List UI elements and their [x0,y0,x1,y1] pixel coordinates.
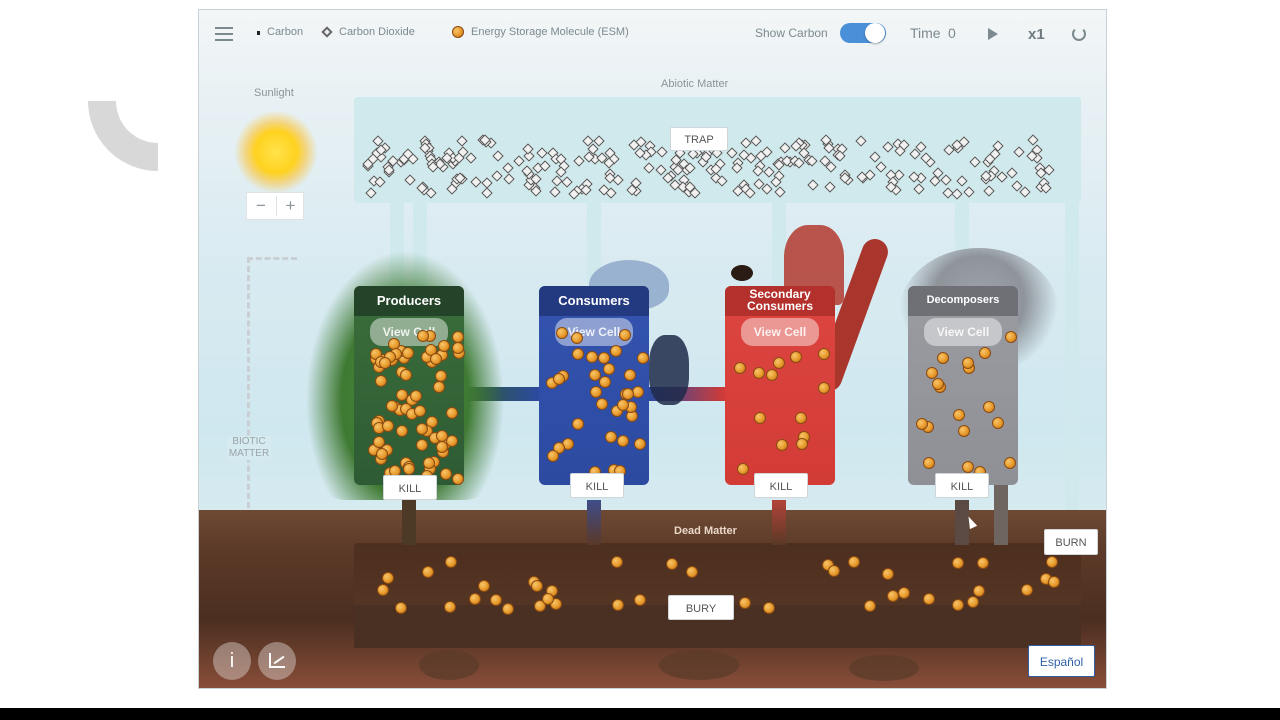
esm-molecule [991,417,1004,430]
esm-molecule [571,417,584,430]
esm-molecule [445,407,458,420]
esm-molecule [634,438,647,451]
esm-molecule [439,468,452,481]
esm-molecule [590,386,603,399]
chamber-esm-molecules [199,10,1106,688]
esm-molecule [409,389,422,402]
producers-kill-button[interactable]: KILL [383,475,437,500]
esm-molecule [982,401,995,414]
esm-molecule [588,368,601,381]
esm-molecule [451,342,464,355]
language-button[interactable]: Español [1028,645,1095,677]
bottom-bar [0,708,1280,720]
esm-molecule [429,353,442,366]
esm-molecule [555,327,568,340]
esm-molecule [1003,457,1016,470]
esm-molecule [553,372,566,385]
esm-molecule [415,439,428,451]
info-icon: i [229,650,235,672]
esm-molecule [435,430,448,443]
esm-molecule [586,350,599,363]
info-button[interactable]: i [213,642,251,680]
esm-molecule [795,411,808,424]
esm-molecule [399,369,412,382]
esm-molecule [958,425,971,438]
esm-molecule [818,382,830,395]
esm-molecule [636,351,649,364]
esm-molecule [789,351,802,364]
secondary-kill-button[interactable]: KILL [754,473,808,498]
esm-molecule [452,330,465,343]
esm-molecule [753,366,766,379]
esm-molecule [436,440,449,453]
graph-button[interactable] [258,642,296,680]
esm-molecule [570,331,583,344]
esm-molecule [599,376,612,388]
esm-molecule [571,348,584,361]
esm-molecule [604,431,617,444]
esm-molecule [372,436,385,449]
graph-icon [269,653,285,668]
esm-molecule [451,472,464,485]
esm-molecule [978,346,991,359]
esm-molecule [1004,331,1017,344]
esm-molecule [623,368,636,381]
esm-molecule [961,461,974,474]
esm-molecule [619,328,632,341]
esm-molecule [776,438,789,451]
esm-molecule [795,438,808,451]
esm-molecule [423,456,436,469]
esm-molecule [595,398,608,411]
esm-molecule [773,356,785,369]
esm-molecule [736,462,749,475]
consumers-kill-button[interactable]: KILL [570,473,624,498]
esm-molecule [413,404,426,417]
esm-molecule [395,425,408,438]
esm-molecule [617,435,630,448]
esm-molecule [402,463,415,476]
esm-molecule [547,449,560,462]
esm-molecule [374,375,387,388]
esm-molecule [931,378,944,391]
esm-molecule [396,388,409,401]
esm-molecule [382,419,395,432]
esm-molecule [603,363,616,376]
esm-molecule [753,411,766,424]
esm-molecule [616,398,629,411]
esm-molecule [379,356,392,369]
decomposers-kill-button[interactable]: KILL [935,473,989,498]
carbon-cycle-simulation: Carbon Carbon Dioxide Energy Storage Mol… [198,9,1107,689]
background-decoration [88,101,158,171]
esm-molecule [817,347,830,360]
esm-molecule [922,456,935,469]
esm-molecule [766,368,779,381]
esm-molecule [952,408,965,421]
esm-molecule [936,351,949,364]
esm-molecule [733,361,746,374]
esm-molecule [401,346,414,359]
esm-molecule [915,418,928,431]
esm-molecule [432,380,445,393]
esm-molecule [609,345,622,358]
esm-molecule [438,339,451,352]
screen: Carbon Carbon Dioxide Energy Storage Mol… [0,0,1280,720]
